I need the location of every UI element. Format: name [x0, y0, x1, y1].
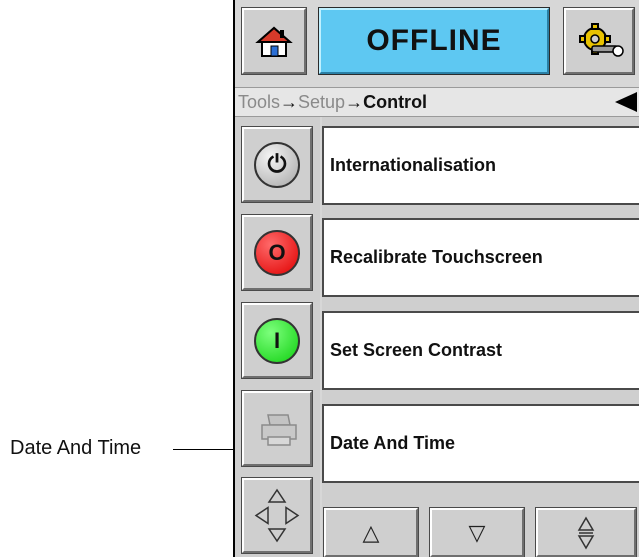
- up-arrow-icon: △: [362, 519, 380, 545]
- status-banner: OFFLINE: [318, 7, 550, 75]
- home-button[interactable]: [241, 7, 307, 75]
- breadcrumb-separator: →: [280, 92, 299, 112]
- breadcrumb-separator: →: [345, 92, 364, 112]
- up-down-arrow-icon: [577, 516, 595, 549]
- menu-item-internationalisation[interactable]: Internationalisation: [322, 126, 639, 205]
- breadcrumb: Tools→Setup→Control: [235, 87, 639, 117]
- printer-screen: OFFLINE Tools→Setup→Control ⏻ O I Intern…: [233, 0, 639, 557]
- power-button[interactable]: ⏻: [241, 126, 313, 203]
- start-icon: I: [254, 317, 300, 364]
- page-up-down-button[interactable]: [535, 507, 637, 557]
- stop-icon: O: [254, 229, 300, 276]
- callout-label: Date And Time: [10, 437, 142, 459]
- back-arrow-icon[interactable]: [615, 92, 637, 112]
- home-icon: [255, 26, 293, 57]
- navigation-button[interactable]: [241, 477, 313, 554]
- side-button-column: ⏻ O I: [235, 117, 320, 557]
- breadcrumb-item-control: Control: [363, 92, 428, 112]
- start-button[interactable]: I: [241, 302, 313, 379]
- stop-button[interactable]: O: [241, 214, 313, 291]
- four-way-arrows-icon: [254, 488, 300, 543]
- down-arrow-icon: ▽: [468, 519, 486, 545]
- menu-item-date-and-time[interactable]: Date And Time: [322, 404, 639, 483]
- menu-item-set-screen-contrast[interactable]: Set Screen Contrast: [322, 311, 639, 390]
- scroll-up-button[interactable]: △: [323, 507, 419, 557]
- scroll-nav-bar: △ ▽: [322, 500, 639, 557]
- control-menu-list: Internationalisation Recalibrate Touchsc…: [322, 117, 639, 500]
- gear-tools-icon: [579, 23, 624, 57]
- scroll-down-button[interactable]: ▽: [429, 507, 525, 557]
- menu-item-recalibrate-touchscreen[interactable]: Recalibrate Touchscreen: [322, 218, 639, 297]
- breadcrumb-item-tools[interactable]: Tools: [238, 92, 280, 112]
- breadcrumb-item-setup[interactable]: Setup: [298, 92, 345, 112]
- tools-button[interactable]: [563, 7, 635, 75]
- print-button: [241, 390, 313, 467]
- printer-icon: [261, 414, 297, 446]
- power-icon: ⏻: [254, 141, 300, 188]
